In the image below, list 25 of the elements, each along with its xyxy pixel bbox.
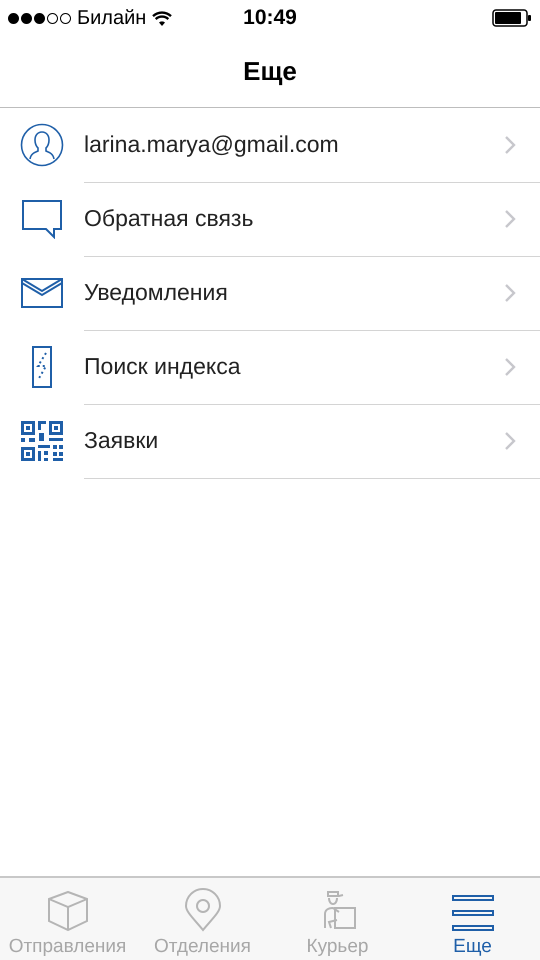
screen-title: Еще [243,56,297,87]
chevron-icon [504,208,516,228]
qr-code-icon [21,421,63,461]
person-icon [20,123,64,167]
signal-icon [8,12,71,24]
postcode-icon [31,346,53,388]
chevron-icon [504,134,516,154]
battery-icon [492,9,532,27]
wifi-icon [152,10,172,26]
chevron-icon [504,282,516,302]
tab[interactable]: Еще [405,878,540,960]
map-pin-icon [184,888,222,932]
menu-item[interactable]: Поиск индекса [84,330,540,404]
chevron-icon [504,356,516,376]
box-icon [46,890,88,932]
speech-bubble-icon [21,199,63,239]
menu-item[interactable]: Уведомления [84,256,540,330]
menu-item[interactable]: Заявки [84,404,540,478]
chevron-icon [504,430,516,450]
menu-item[interactable]: Обратная связь [84,182,540,256]
clock: 10:49 [243,6,297,30]
envelope-icon [21,278,63,308]
menu-icon [450,894,494,932]
carrier-name: Билайн [77,6,146,30]
menu-item[interactable]: larina.marya@gmail.com [84,108,540,182]
